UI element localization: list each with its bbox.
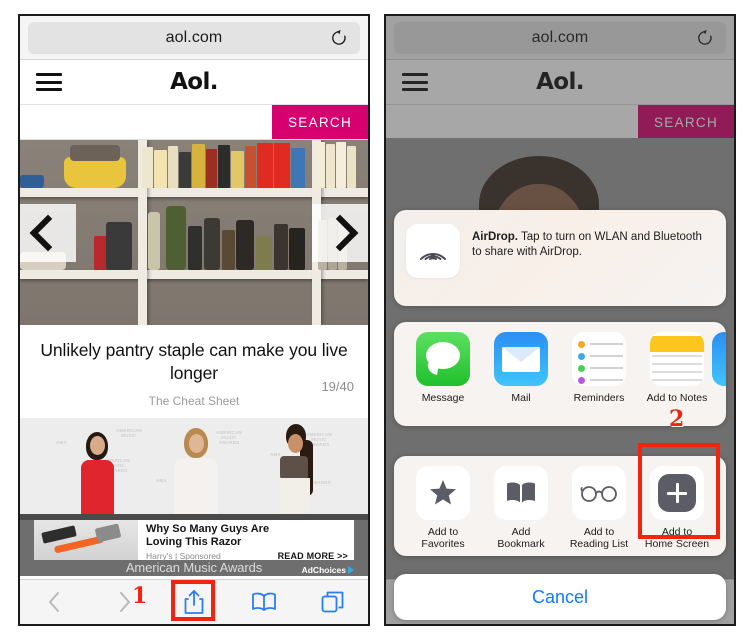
reminders-icon [572, 332, 626, 386]
ad-title-line-1: Why So Many Guys Are [146, 523, 270, 535]
adchoices-label: AdChoices [301, 565, 346, 575]
share-target-notes[interactable]: Add to Notes [638, 332, 716, 404]
adchoices-badge[interactable]: AdChoices [302, 565, 354, 575]
message-icon [416, 332, 470, 386]
ad-image-razor [34, 520, 138, 560]
celebrity-photo[interactable]: AMERICAN MUSIC AMERICAN MUSIC AWARDS AMA AM… [20, 418, 368, 514]
chevron-right-icon [321, 214, 359, 251]
book-icon [494, 466, 548, 520]
celebrity-figure [168, 418, 224, 514]
action-add-to-favorites[interactable]: Add to Favorites [404, 466, 482, 550]
airdrop-panel[interactable]: AirDrop. Tap to turn on WLAN and Bluetoo… [394, 210, 726, 306]
search-row: SEARCH [20, 105, 368, 140]
bookmarks-button[interactable] [229, 580, 299, 624]
back-button[interactable] [20, 580, 90, 624]
airdrop-message: AirDrop. Tap to turn on WLAN and Bluetoo… [472, 224, 714, 260]
carousel-next-button[interactable] [312, 203, 368, 262]
pantry-lid [70, 145, 120, 161]
share-target-label: Message [421, 392, 465, 404]
carousel-counter: 19/40 [321, 379, 354, 394]
share-target-reminders[interactable]: Reminders [560, 332, 638, 404]
carousel-photo-pantry[interactable] [20, 140, 368, 325]
action-label: Add to Reading List [569, 526, 629, 550]
pantry-bowl [20, 175, 44, 188]
article-headline: Unlikely pantry staple can make you live… [40, 340, 348, 383]
screenshot-stage: aol.com Aol. SEARCH Unlikely pantry stap… [0, 0, 750, 638]
forward-button[interactable] [90, 580, 160, 624]
share-target-partial-icon[interactable] [712, 332, 726, 386]
pantry-pot [64, 157, 126, 188]
notes-icon [650, 332, 704, 386]
action-add-bookmark[interactable]: Add Bookmark [482, 466, 560, 550]
search-input[interactable] [20, 105, 272, 139]
ad-content[interactable]: Why So Many Guys Are Loving This Razor H… [34, 520, 354, 561]
article-card[interactable]: Unlikely pantry staple can make you live… [20, 325, 368, 418]
action-add-to-reading-list[interactable]: Add to Reading List [560, 466, 638, 550]
highlight-box-share-button [171, 580, 215, 621]
adchoices-arrow-icon [348, 566, 354, 574]
ad-banner[interactable]: Why So Many Guys Are Loving This Razor H… [20, 514, 368, 576]
safari-url-bar[interactable]: aol.com [20, 16, 368, 60]
star-icon [416, 466, 470, 520]
celebrity-figure [72, 418, 124, 514]
mail-icon [494, 332, 548, 386]
annotation-step-2: 2 [669, 406, 685, 432]
share-target-label: Add to Notes [646, 392, 708, 404]
action-label: Add to Favorites [421, 526, 465, 550]
site-header: Aol. [20, 60, 368, 105]
tabs-button[interactable] [298, 580, 368, 624]
glasses-icon [572, 466, 626, 520]
celebrity-figure [266, 418, 324, 514]
ad-title-line-2: Loving This Razor [146, 535, 242, 548]
share-target-message[interactable]: Message [404, 332, 482, 404]
airdrop-icon [406, 224, 460, 278]
article-source: The Cheat Sheet [148, 394, 240, 408]
site-logo[interactable]: Aol. [170, 69, 218, 95]
phone-panel-step-1: aol.com Aol. SEARCH Unlikely pantry stap… [18, 14, 370, 626]
airdrop-title: AirDrop. [472, 231, 518, 243]
hamburger-menu-icon[interactable] [36, 73, 62, 91]
url-text: aol.com [165, 28, 223, 46]
search-button[interactable]: SEARCH [272, 105, 368, 139]
annotation-step-1: 1 [132, 583, 148, 609]
cancel-label: Cancel [531, 586, 589, 607]
action-label: Add Bookmark [497, 526, 545, 550]
share-target-mail[interactable]: Mail [482, 332, 560, 404]
reload-icon[interactable] [330, 29, 348, 47]
carousel-prev-button[interactable] [20, 203, 76, 262]
share-target-label: Mail [511, 392, 531, 404]
highlight-box-add-to-home-screen [638, 443, 720, 539]
cancel-button[interactable]: Cancel [394, 574, 726, 620]
share-target-label: Reminders [573, 392, 625, 404]
chevron-left-icon [29, 214, 67, 251]
